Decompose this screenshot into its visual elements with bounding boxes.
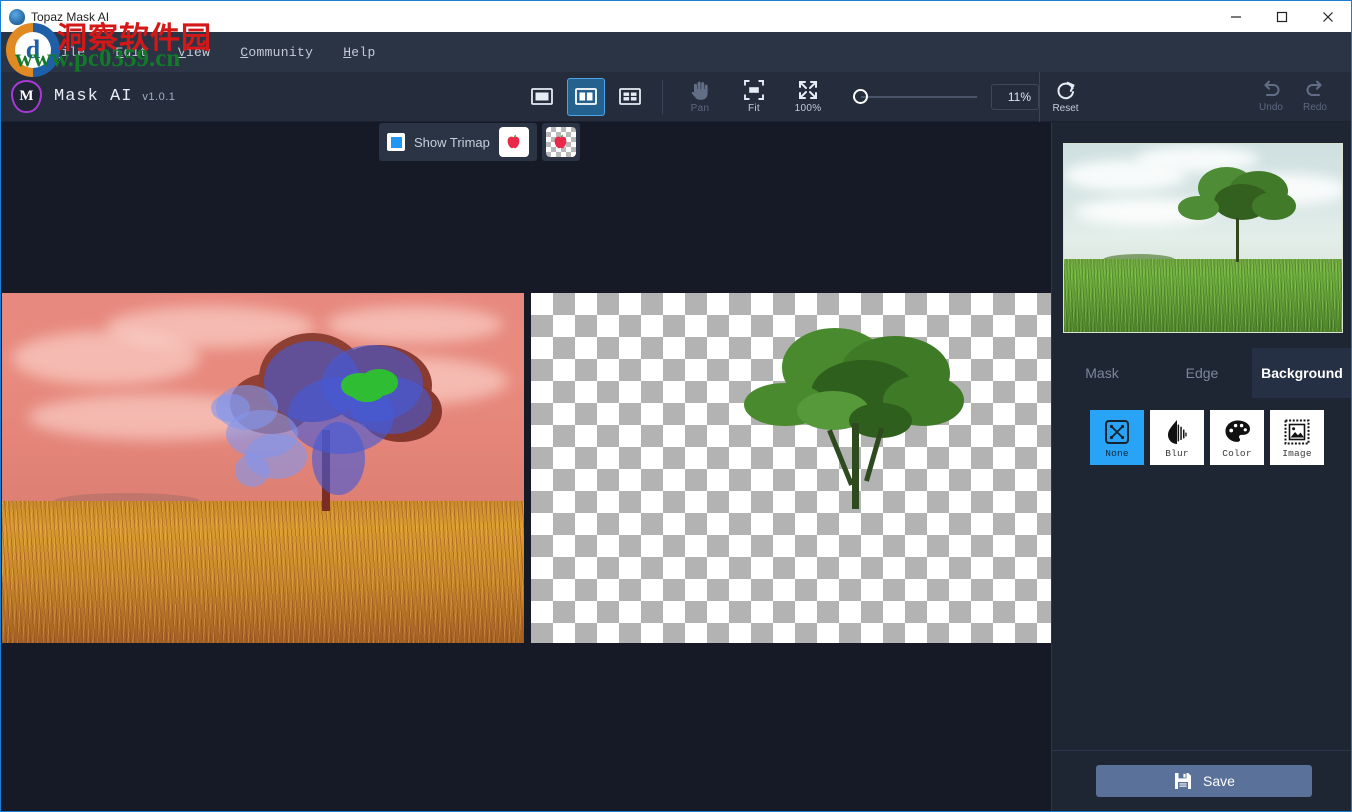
zoom-100-label: 100% <box>795 103 822 114</box>
app-version: v1.0.1 <box>142 91 175 103</box>
background-option-none-label: None <box>1105 448 1129 459</box>
result-image-view[interactable] <box>531 293 1051 643</box>
right-panel: Mask Edge Background None <box>1051 122 1351 812</box>
background-options: None Blur <box>1090 410 1330 465</box>
zoom-slider-handle[interactable] <box>853 89 868 104</box>
apple-on-white-icon[interactable] <box>499 127 529 157</box>
minimize-button[interactable] <box>1213 1 1259 32</box>
zoom-100-tool[interactable]: 100% <box>785 74 831 120</box>
history-tools: Reset Undo Redo <box>1039 72 1351 122</box>
zoom-slider[interactable] <box>853 88 977 106</box>
background-option-blur[interactable]: Blur <box>1150 410 1204 465</box>
brand: M Mask AI v1.0.1 <box>1 80 237 113</box>
image-icon <box>1284 417 1310 447</box>
menu-item-edit[interactable]: Edit <box>115 45 147 60</box>
zoom-value-field[interactable]: 11% <box>991 84 1039 110</box>
mask-ai-logo-icon: M <box>11 80 42 113</box>
fit-tool[interactable]: Fit <box>731 74 777 120</box>
background-option-none[interactable]: None <box>1090 410 1144 465</box>
title-bar: Topaz Mask AI <box>1 1 1351 32</box>
save-button[interactable]: Save <box>1096 765 1312 797</box>
toolbar-divider <box>662 80 663 114</box>
fit-label: Fit <box>748 103 760 114</box>
undo-label: Undo <box>1259 102 1283 113</box>
apple-on-transparent-icon[interactable] <box>546 127 576 157</box>
menu-item-help[interactable]: Help <box>343 45 375 60</box>
save-disk-icon <box>1173 771 1193 791</box>
view-tools: Pan Fit 100% <box>520 72 1039 122</box>
trimap-result-toggle[interactable] <box>542 123 580 161</box>
none-icon <box>1104 417 1130 447</box>
save-bar: Save <box>1052 750 1352 812</box>
window-controls <box>1213 1 1351 32</box>
background-option-color[interactable]: Color <box>1210 410 1264 465</box>
background-option-image-label: Image <box>1282 448 1312 459</box>
undo-redo-group: Undo Redo <box>1249 74 1351 120</box>
menu-item-view[interactable]: View <box>178 45 210 60</box>
trimap-pill: Show Trimap <box>379 123 537 161</box>
preview-thumbnail[interactable] <box>1063 143 1343 333</box>
single-view-button[interactable] <box>523 78 561 116</box>
tab-mask[interactable]: Mask <box>1052 348 1152 398</box>
background-option-image[interactable]: Image <box>1270 410 1324 465</box>
canvas-area[interactable]: Show Trimap <box>1 122 1051 812</box>
logo-letter: M <box>11 80 42 113</box>
background-option-color-label: Color <box>1222 448 1252 459</box>
palette-icon <box>1224 417 1251 447</box>
undo-button[interactable]: Undo <box>1249 74 1293 120</box>
trimap-toolbar: Show Trimap <box>379 123 580 161</box>
close-button[interactable] <box>1305 1 1351 32</box>
app-name: Mask AI <box>54 87 132 106</box>
pan-label: Pan <box>691 103 710 114</box>
tab-background[interactable]: Background <box>1252 348 1352 398</box>
app-window: Topaz Mask AI FFileile Edit View Communi… <box>0 0 1352 812</box>
quad-view-button[interactable] <box>611 78 649 116</box>
maximize-button[interactable] <box>1259 1 1305 32</box>
panel-tabs: Mask Edge Background <box>1052 348 1352 398</box>
show-trimap-checkbox[interactable] <box>387 133 405 151</box>
blur-icon <box>1165 417 1189 447</box>
trimap-image-view[interactable] <box>2 293 524 643</box>
menu-item-community[interactable]: Community <box>240 45 313 60</box>
extracted-tree <box>744 325 983 521</box>
redo-label: Redo <box>1303 102 1327 113</box>
reset-button[interactable]: Reset <box>1039 72 1089 122</box>
window-title: Topaz Mask AI <box>31 10 109 24</box>
menu-item-file[interactable]: FFileile <box>53 45 85 60</box>
redo-button[interactable]: Redo <box>1293 74 1337 120</box>
split-view-button[interactable] <box>567 78 605 116</box>
show-trimap-label: Show Trimap <box>414 135 490 150</box>
pan-tool[interactable]: Pan <box>677 74 723 120</box>
zoom-control: 11% <box>849 84 1039 110</box>
zoom-slider-track <box>861 96 977 98</box>
app-icon <box>9 9 25 25</box>
app-toolbar: M Mask AI v1.0.1 <box>1 72 1351 122</box>
background-option-blur-label: Blur <box>1165 448 1189 459</box>
menu-bar: FFileile Edit View Community Help <box>1 32 1351 72</box>
trimap-tree <box>216 325 456 528</box>
tab-edge[interactable]: Edge <box>1152 348 1252 398</box>
reset-label: Reset <box>1052 103 1078 114</box>
save-button-label: Save <box>1203 773 1235 789</box>
